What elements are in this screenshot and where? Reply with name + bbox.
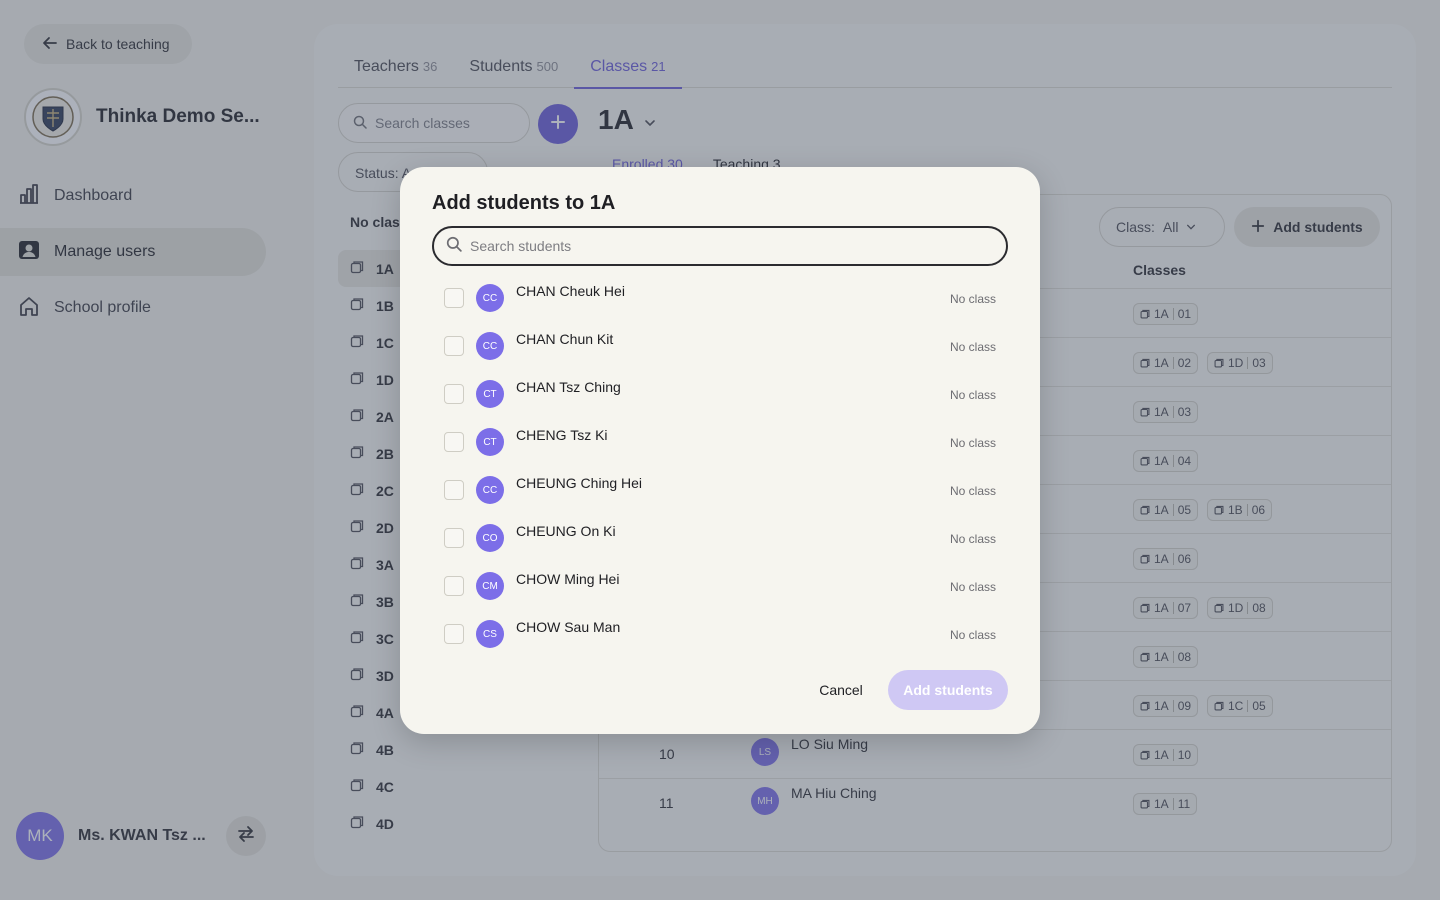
student-name: CHEUNG On Ki [516,523,616,539]
student-name: CHOW Sau Man [516,619,621,635]
student-checkbox[interactable] [444,576,464,596]
modal-title: Add students to 1A [432,192,616,214]
avatar: CM [476,572,504,600]
avatar: CS [476,620,504,648]
student-checkbox[interactable] [444,528,464,548]
student-checkbox[interactable] [444,336,464,356]
student-name: CHOW Ming Hei [516,571,620,587]
student-row[interactable]: CS CHOW Sau Man No class [432,610,1008,658]
avatar: CT [476,428,504,456]
cancel-button[interactable]: Cancel [808,670,874,710]
student-row[interactable]: CC CHAN Cheuk Hei No class [432,274,1008,322]
student-name: CHAN Chun Kit [516,331,614,347]
student-checkbox[interactable] [444,480,464,500]
student-class-status: No class [949,580,996,594]
student-name: CHAN Tsz Ching [516,379,621,395]
search-icon [446,236,462,257]
student-row[interactable]: CC CHEUNG Ching Hei No class [432,466,1008,514]
student-class-status: No class [949,628,996,642]
student-checkbox[interactable] [444,384,464,404]
student-name: CHENG Tsz Ki [516,427,608,443]
student-row[interactable]: CM CHOW Ming Hei No class [432,562,1008,610]
avatar: CO [476,524,504,552]
search-students-field[interactable] [432,226,1008,266]
student-name: CHAN Cheuk Hei [516,283,625,299]
student-checkbox[interactable] [444,624,464,644]
student-class-status: No class [949,292,996,306]
student-list: CC CHAN Cheuk Hei No class CC CHAN Chun Kit N… [432,274,1008,658]
student-class-status: No class [949,436,996,450]
student-name: CHEUNG Ching Hei [516,475,643,491]
student-checkbox[interactable] [444,288,464,308]
student-class-status: No class [949,340,996,354]
avatar: CC [476,284,504,312]
avatar: CC [476,332,504,360]
search-students-input[interactable] [470,238,990,254]
student-class-status: No class [949,484,996,498]
add-students-submit-button[interactable]: Add students [888,670,1008,710]
student-checkbox[interactable] [444,432,464,452]
student-class-status: No class [949,388,996,402]
avatar: CT [476,380,504,408]
add-students-modal: Add students to 1A CC CHAN Cheuk Hei No cl… [400,167,1040,734]
student-row[interactable]: CT CHAN Tsz Ching No class [432,370,1008,418]
student-row[interactable]: CO CHEUNG On Ki No class [432,514,1008,562]
avatar: CC [476,476,504,504]
student-class-status: No class [949,532,996,546]
student-row[interactable]: CC CHAN Chun Kit No class [432,322,1008,370]
student-row[interactable]: CT CHENG Tsz Ki No class [432,418,1008,466]
